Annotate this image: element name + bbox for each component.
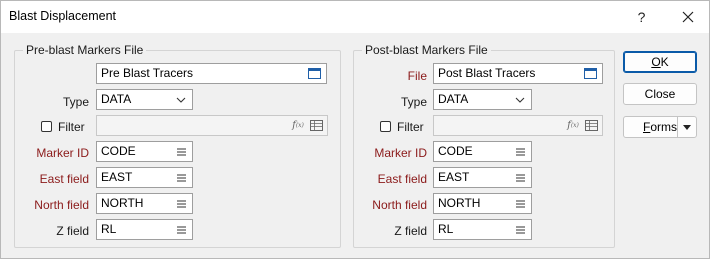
list-icon[interactable] [173, 220, 189, 239]
close-icon [682, 11, 693, 22]
post-east-label: East field [377, 172, 427, 186]
window-title: Blast Displacement [9, 9, 116, 23]
pre-marker-label: Marker ID [36, 146, 89, 160]
pre-z-label: Z field [56, 224, 89, 238]
list-icon[interactable] [512, 142, 528, 161]
pre-type-value: DATA [101, 92, 132, 106]
post-filter-label: Filter [397, 120, 424, 134]
post-filter-input[interactable]: f (x) [433, 115, 603, 136]
pre-marker-value: CODE [101, 144, 136, 158]
post-blast-group-title: Post-blast Markers File [362, 43, 491, 57]
close-window-button[interactable] [665, 1, 710, 32]
post-z-input[interactable]: RL [433, 219, 532, 240]
pre-filter-checkbox[interactable] [41, 121, 52, 132]
pre-z-value: RL [101, 222, 117, 236]
forms-dropdown[interactable] [677, 117, 696, 137]
forms-button[interactable]: Forms [623, 116, 697, 138]
post-east-input[interactable]: EAST [433, 167, 532, 188]
close-button[interactable]: Close [623, 83, 697, 105]
post-z-label: Z field [394, 224, 427, 238]
ok-button[interactable]: OK [623, 51, 697, 73]
list-icon[interactable] [512, 168, 528, 187]
post-file-label: File [407, 69, 427, 83]
pre-east-value: EAST [101, 170, 133, 184]
post-east-value: EAST [438, 170, 470, 184]
list-icon[interactable] [173, 168, 189, 187]
chevron-down-icon [512, 90, 528, 109]
pre-north-value: NORTH [101, 196, 144, 210]
pre-blast-group: Pre-blast Markers File File Pre Blast Tr… [14, 43, 341, 248]
list-icon[interactable] [512, 194, 528, 213]
post-north-value: NORTH [438, 196, 481, 210]
pre-marker-input[interactable]: CODE [96, 141, 193, 162]
pre-type-select[interactable]: DATA [96, 89, 193, 110]
pre-blast-group-title: Pre-blast Markers File [23, 43, 147, 57]
chevron-down-icon [173, 90, 189, 109]
help-button[interactable]: ? [619, 1, 664, 32]
pre-north-label: North field [34, 198, 89, 212]
browse-icon[interactable] [582, 64, 598, 83]
table-icon[interactable] [583, 116, 599, 135]
post-north-input[interactable]: NORTH [433, 193, 532, 214]
post-type-select[interactable]: DATA [433, 89, 532, 110]
pre-file-input[interactable]: Pre Blast Tracers [96, 63, 327, 84]
post-marker-value: CODE [438, 144, 473, 158]
pre-file-value: Pre Blast Tracers [101, 66, 194, 80]
list-icon[interactable] [173, 194, 189, 213]
chevron-down-icon [683, 124, 691, 130]
pre-type-label: Type [62, 95, 89, 109]
post-filter-checkbox[interactable] [380, 121, 391, 132]
post-blast-group: Post-blast Markers File File Post Blast … [353, 43, 615, 248]
fx-icon[interactable]: f (x) [566, 116, 580, 135]
pre-z-input[interactable]: RL [96, 219, 193, 240]
list-icon[interactable] [173, 142, 189, 161]
fx-icon[interactable]: f (x) [291, 116, 305, 135]
post-file-value: Post Blast Tracers [438, 66, 536, 80]
post-file-input[interactable]: Post Blast Tracers [433, 63, 603, 84]
post-north-label: North field [372, 198, 427, 212]
post-type-value: DATA [438, 92, 469, 106]
pre-east-input[interactable]: EAST [96, 167, 193, 188]
blast-displacement-dialog: Blast Displacement ? Pre-blast Markers F… [0, 0, 710, 259]
forms-button-label: Forms [643, 120, 678, 134]
list-icon[interactable] [512, 220, 528, 239]
table-icon[interactable] [308, 116, 324, 135]
pre-filter-input[interactable]: f (x) [96, 115, 328, 136]
title-bar: Blast Displacement ? [1, 1, 709, 34]
pre-north-input[interactable]: NORTH [96, 193, 193, 214]
post-type-label: Type [400, 95, 427, 109]
browse-icon[interactable] [306, 64, 322, 83]
post-z-value: RL [438, 222, 454, 236]
post-marker-label: Marker ID [374, 146, 427, 160]
pre-east-label: East field [39, 172, 89, 186]
pre-filter-label: Filter [58, 120, 85, 134]
post-marker-input[interactable]: CODE [433, 141, 532, 162]
